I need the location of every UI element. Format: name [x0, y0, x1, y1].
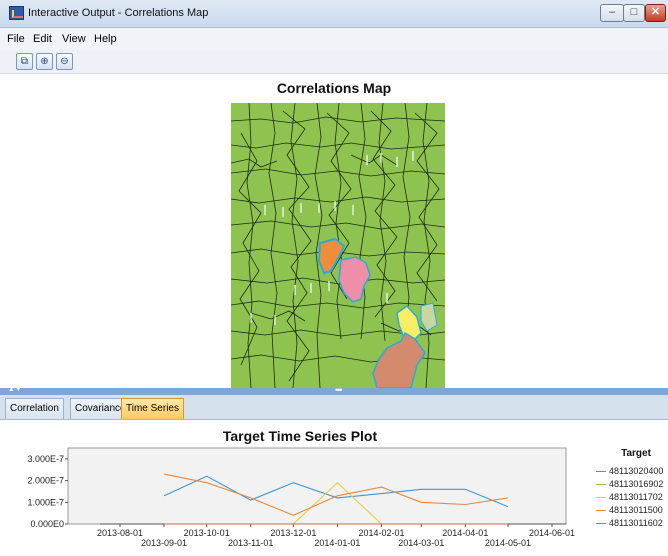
collapse-arrows-icon[interactable]: ▲▼: [8, 386, 22, 393]
zoom-in-icon[interactable]: ⊕: [36, 53, 53, 70]
legend-label: 48113016902: [609, 479, 664, 489]
map-pane: Correlations Map: [0, 74, 668, 388]
y-tick-label: 2.000E-7: [27, 476, 64, 486]
menu-view[interactable]: View: [62, 33, 86, 45]
legend-swatch: [596, 510, 606, 512]
legend-label: 48113011500: [609, 505, 663, 515]
zoom-out-icon[interactable]: ⊖: [56, 53, 73, 70]
menu-help[interactable]: Help: [94, 33, 117, 45]
legend-swatch: [596, 484, 606, 486]
menu-edit[interactable]: Edit: [33, 33, 52, 45]
x-tick-label: 2013-09-01: [141, 538, 187, 548]
y-tick-label: 1.000E-7: [27, 497, 64, 507]
tab-correlation[interactable]: Correlation: [5, 398, 64, 419]
legend-item: 48113016902: [596, 479, 668, 492]
x-tick-label: 2014-04-01: [442, 528, 488, 538]
legend-label: 48113011702: [609, 492, 663, 502]
copy-icon[interactable]: ⧉: [16, 53, 33, 70]
plot-area: [67, 447, 567, 525]
chart-legend: Target 48113020400 48113016902 48113011702…: [596, 448, 668, 531]
legend-label: 48113011602: [609, 518, 663, 528]
time-series-pane: Target Time Series Plot 2013-08-01 2013-0…: [0, 420, 668, 556]
legend-title: Target: [621, 448, 651, 459]
x-tick-label: 2014-02-01: [358, 528, 404, 538]
toolbar: ⧉ ⊕ ⊖: [0, 50, 668, 74]
drag-handle-icon[interactable]: •••: [335, 385, 343, 395]
legend-label: 48113020400: [609, 466, 664, 476]
app-icon: [9, 6, 24, 20]
legend-item: 48113020400: [596, 466, 668, 479]
menu-bar: File Edit View Help: [0, 28, 668, 50]
tab-time-series[interactable]: Time Series: [121, 398, 184, 419]
x-tick-label: 2013-08-01: [97, 528, 143, 538]
legend-item: 48113011500: [596, 505, 668, 518]
x-tick-label: 2014-03-01: [398, 538, 444, 548]
x-tick-label: 2013-10-01: [184, 528, 230, 538]
pane-splitter[interactable]: ▲▼ •••: [0, 385, 668, 395]
y-tick-label: 3.000E-7: [27, 454, 64, 464]
y-tick-label: 0.000E0: [30, 519, 64, 529]
maximize-button[interactable]: □: [623, 4, 645, 22]
title-bar: Interactive Output - Correlations Map – …: [0, 0, 668, 28]
legend-swatch: [596, 497, 606, 499]
tab-bar: Correlation Covariance Time Series: [0, 395, 668, 420]
minimize-button[interactable]: –: [600, 4, 624, 22]
legend-swatch: [596, 523, 606, 525]
window-title: Interactive Output - Correlations Map: [28, 7, 209, 19]
close-button[interactable]: ✕: [645, 4, 666, 22]
map-title: Correlations Map: [276, 80, 392, 96]
time-series-chart[interactable]: 2013-08-012013-09-012013-10-012013-11-01…: [0, 420, 668, 556]
legend-swatch: [596, 471, 606, 473]
x-tick-label: 2013-12-01: [270, 528, 316, 538]
x-tick-label: 2013-11-01: [228, 538, 273, 548]
x-tick-label: 2014-01-01: [314, 538, 360, 548]
menu-file[interactable]: File: [7, 33, 25, 45]
x-tick-label: 2014-06-01: [529, 528, 575, 538]
legend-item: 48113011702: [596, 492, 668, 505]
legend-item: 48113011602: [596, 518, 668, 531]
x-tick-label: 2014-05-01: [485, 538, 531, 548]
correlations-map[interactable]: [231, 103, 445, 388]
